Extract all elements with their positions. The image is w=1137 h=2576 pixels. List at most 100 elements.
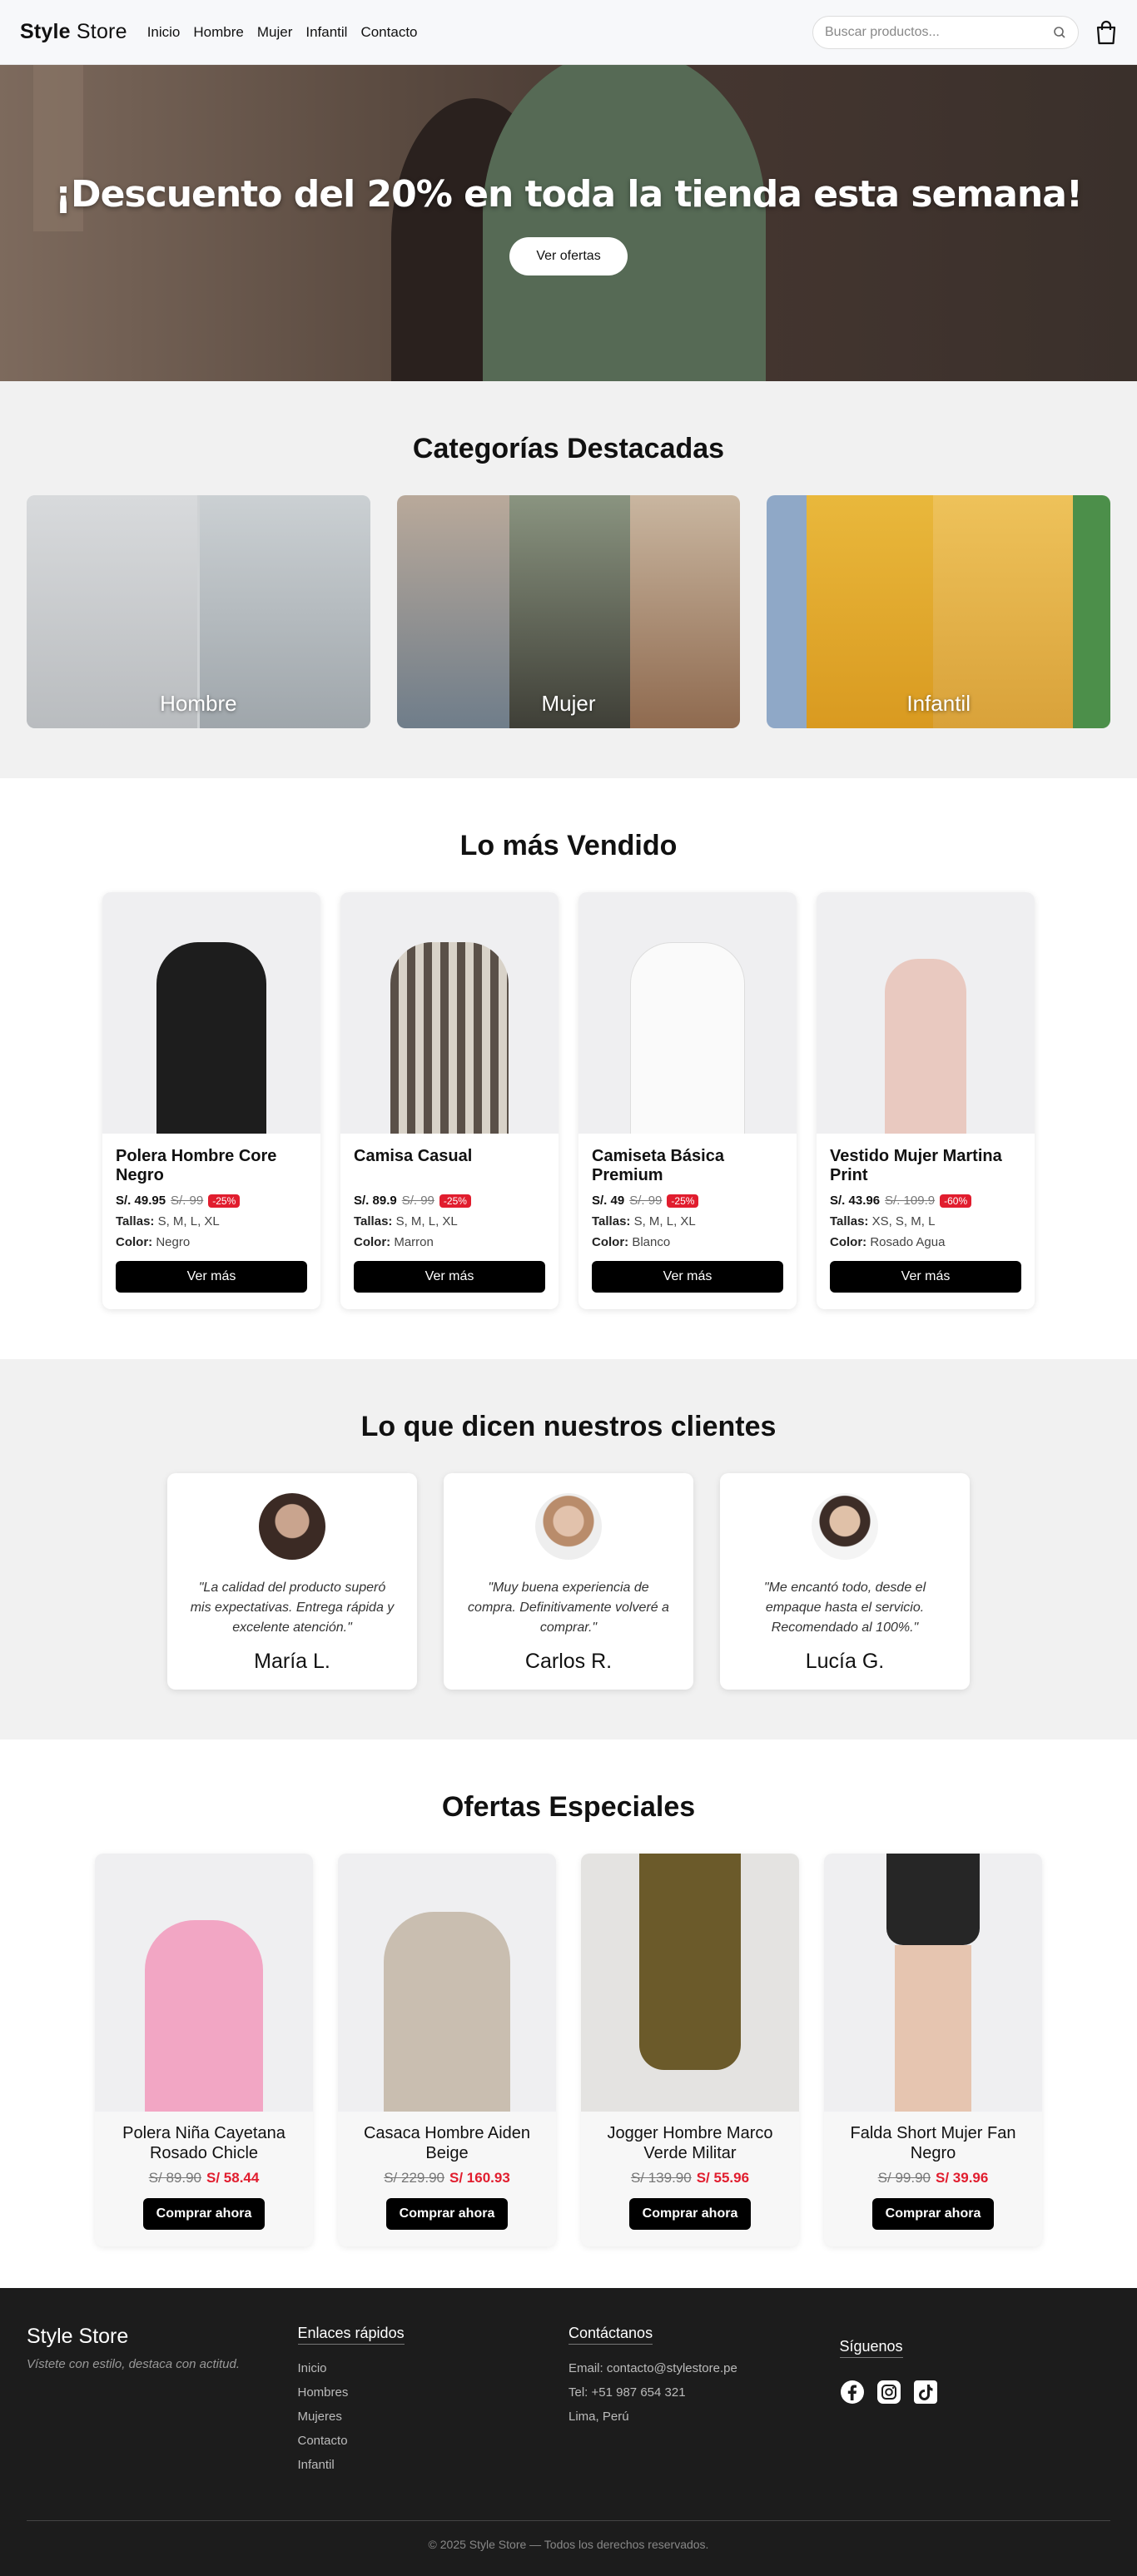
product-color: Marron <box>394 1235 434 1249</box>
category-card-infantil[interactable]: Infantil <box>767 495 1111 728</box>
offer-image[interactable] <box>581 1854 799 2112</box>
avatar <box>259 1493 325 1560</box>
discount-badge: -25% <box>439 1194 471 1208</box>
footer-tagline: Vístete con estilo, destaca con actitud. <box>27 2357 240 2371</box>
offer-new-price: S/ 55.96 <box>696 2170 750 2186</box>
top-navbar: Style Store Inicio Hombre Mujer Infantil… <box>0 0 1137 65</box>
tiktok-icon[interactable] <box>913 2380 938 2405</box>
sizes-label: Tallas: <box>592 1214 631 1228</box>
site-footer: Style Store Vístete con estilo, destaca … <box>0 2288 1137 2576</box>
product-sizes: S, M, L, XL <box>633 1214 696 1228</box>
footer-copyright: © 2025 Style Store — Todos los derechos … <box>27 2520 1110 2551</box>
footer-social-title: Síguenos <box>839 2338 903 2358</box>
product-image[interactable] <box>340 892 559 1134</box>
product-name: Polera Hombre Core Negro <box>116 1147 277 1184</box>
offer-new-price: S/ 58.44 <box>206 2170 260 2186</box>
category-label: Mujer <box>541 691 596 716</box>
footer-link-contacto[interactable]: Contacto <box>298 2434 569 2448</box>
offer-new-price: S/ 39.96 <box>936 2170 989 2186</box>
footer-brand: Style Store <box>27 2325 129 2348</box>
testimonial-card: "La calidad del producto superó mis expe… <box>167 1473 417 1690</box>
brand-logo[interactable]: Style Store <box>20 20 127 44</box>
product-price: S/. 49.95 <box>116 1194 166 1208</box>
instagram-icon[interactable] <box>876 2380 901 2405</box>
footer-link-hombres[interactable]: Hombres <box>298 2385 569 2400</box>
facebook-icon[interactable] <box>840 2380 865 2405</box>
avatar <box>535 1493 602 1560</box>
menu-infantil[interactable]: Infantil <box>305 24 347 41</box>
category-card-mujer[interactable]: Mujer <box>396 495 741 728</box>
product-image[interactable] <box>578 892 797 1134</box>
product-card: Polera Hombre Core Negro S/. 49.95 S/. 99… <box>102 892 320 1309</box>
offer-image[interactable] <box>338 1854 556 2112</box>
menu-contacto[interactable]: Contacto <box>360 24 417 41</box>
offer-card: Polera Niña Cayetana Rosado Chicle S/ 89… <box>95 1854 313 2246</box>
category-card-hombre[interactable]: Hombre <box>27 495 370 728</box>
comprar-ahora-button[interactable]: Comprar ahora <box>142 2198 266 2230</box>
footer-contact-title: Contáctanos <box>568 2325 653 2345</box>
product-card: Camiseta Básica Premium S/. 49 S/. 99 -25%… <box>578 892 797 1309</box>
product-name: Camiseta Básica Premium <box>592 1147 724 1184</box>
product-image[interactable] <box>817 892 1035 1134</box>
sizes-label: Tallas: <box>354 1214 393 1228</box>
product-image[interactable] <box>102 892 320 1134</box>
footer-link-inicio[interactable]: Inicio <box>298 2361 569 2375</box>
offers-title: Ofertas Especiales <box>441 1791 696 1823</box>
footer-phone: Tel: +51 987 654 321 <box>568 2385 686 2400</box>
footer-link-mujeres[interactable]: Mujeres <box>298 2410 569 2424</box>
ver-mas-button[interactable]: Ver más <box>592 1261 783 1293</box>
product-color: Negro <box>156 1235 191 1249</box>
menu-hombre[interactable]: Hombre <box>193 24 243 41</box>
offer-name: Casaca Hombre Aiden Beige <box>363 2124 531 2162</box>
search-icon[interactable] <box>1053 26 1066 39</box>
offer-card: Jogger Hombre Marco Verde Militar S/ 139… <box>581 1854 799 2246</box>
menu-inicio[interactable]: Inicio <box>147 24 181 41</box>
discount-badge: -25% <box>208 1194 241 1208</box>
testimonial-name: Carlos R. <box>524 1650 613 1673</box>
offer-new-price: S/ 160.93 <box>449 2170 510 2186</box>
comprar-ahora-button[interactable]: Comprar ahora <box>871 2198 995 2230</box>
ver-mas-button[interactable]: Ver más <box>116 1261 307 1293</box>
product-old-price: S/. 99 <box>171 1194 204 1208</box>
color-label: Color: <box>592 1235 629 1249</box>
menu-mujer[interactable]: Mujer <box>257 24 293 41</box>
footer-email: Email: contacto@stylestore.pe <box>568 2361 737 2375</box>
product-name: Camisa Casual <box>354 1147 473 1165</box>
offer-image[interactable] <box>824 1854 1042 2112</box>
bestsellers-section: Lo más Vendido Polera Hombre Core Negro … <box>0 778 1137 1359</box>
product-old-price: S/. 99 <box>401 1194 434 1208</box>
testimonial-quote: "La calidad del producto superó mis expe… <box>190 1581 395 1635</box>
comprar-ahora-button[interactable]: Comprar ahora <box>385 2198 509 2230</box>
bestsellers-title: Lo más Vendido <box>459 830 678 861</box>
offer-old-price: S/ 229.90 <box>384 2170 444 2186</box>
offer-image[interactable] <box>95 1854 313 2112</box>
ver-mas-button[interactable]: Ver más <box>354 1261 545 1293</box>
categories-title: Categorías Destacadas <box>412 433 725 464</box>
offer-old-price: S/ 139.90 <box>630 2170 692 2186</box>
footer-link-infantil[interactable]: Infantil <box>298 2458 569 2472</box>
product-card: Vestido Mujer Martina Print S/. 43.96 S/.… <box>817 892 1035 1309</box>
product-color: Blanco <box>632 1235 671 1249</box>
offer-card: Casaca Hombre Aiden Beige S/ 229.90 S/ 16… <box>338 1854 556 2246</box>
color-label: Color: <box>830 1235 867 1249</box>
product-sizes: XS, S, M, L <box>871 1214 936 1228</box>
categories-section: Categorías Destacadas Hombre Mujer Infan… <box>0 381 1137 778</box>
footer-links-title: Enlaces rápidos <box>297 2325 405 2345</box>
ver-ofertas-button[interactable]: Ver ofertas <box>509 237 628 275</box>
comprar-ahora-button[interactable]: Comprar ahora <box>628 2198 752 2230</box>
testimonial-name: María L. <box>254 1650 330 1673</box>
product-old-price: S/. 99 <box>629 1194 663 1208</box>
product-sizes: S, M, L, XL <box>157 1214 220 1228</box>
sizes-label: Tallas: <box>116 1214 155 1228</box>
main-menu: Inicio Hombre Mujer Infantil Contacto <box>147 24 418 41</box>
testimonial-card: "Muy buena experiencia de compra. Defini… <box>444 1473 693 1690</box>
discount-badge: -25% <box>667 1194 699 1208</box>
discount-badge: -60% <box>940 1194 972 1208</box>
hero-title: ¡Descuento del 20% en toda la tienda est… <box>54 173 1083 216</box>
shopping-bag-icon[interactable] <box>1095 20 1117 45</box>
avatar <box>812 1493 878 1560</box>
search-input[interactable] <box>825 24 1053 40</box>
testimonial-card: "Me encantó todo, desde el empaque hasta… <box>720 1473 970 1690</box>
ver-mas-button[interactable]: Ver más <box>830 1261 1021 1293</box>
product-name: Vestido Mujer Martina Print <box>830 1147 1002 1184</box>
